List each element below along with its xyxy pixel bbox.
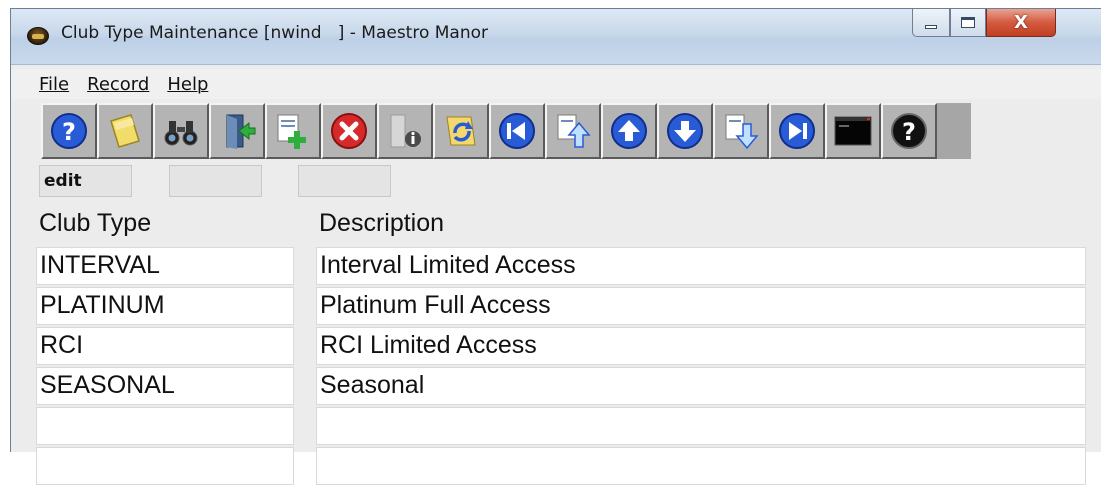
console-button[interactable] [825, 103, 881, 159]
last-record-button[interactable] [769, 103, 825, 159]
refresh-button[interactable] [433, 103, 489, 159]
close-icon: X [1014, 12, 1028, 33]
table-row [11, 407, 1101, 447]
description-cell[interactable] [316, 447, 1086, 485]
close-button[interactable]: X [986, 9, 1056, 37]
first-record-icon [499, 113, 535, 149]
description-cell[interactable] [316, 407, 1086, 445]
table-row: PLATINUM Platinum Full Access [11, 287, 1101, 327]
notepad-icon [110, 114, 140, 148]
help-icon: ? [51, 113, 87, 149]
club-type-cell[interactable] [36, 447, 294, 485]
table-row [11, 447, 1101, 487]
description-cell[interactable]: Seasonal [316, 367, 1086, 405]
maximize-icon [961, 17, 975, 28]
svg-text:?: ? [62, 118, 76, 146]
title-bar[interactable]: Club Type Maintenance [nwind ] - Maestro… [11, 9, 1101, 65]
club-type-cell[interactable]: PLATINUM [36, 287, 294, 325]
minimize-icon [925, 24, 937, 29]
club-type-cell[interactable]: INTERVAL [36, 247, 294, 285]
page-up-button[interactable] [545, 103, 601, 159]
column-header-description: Description [319, 209, 445, 237]
club-type-cell[interactable] [36, 407, 294, 445]
app-window: Club Type Maintenance [nwind ] - Maestro… [10, 8, 1101, 485]
question-button[interactable]: ? [881, 103, 937, 159]
table-row: SEASONAL Seasonal [11, 367, 1101, 407]
status-field-3 [298, 165, 391, 197]
menu-help[interactable]: Help [167, 74, 208, 95]
maximize-button[interactable] [950, 9, 986, 37]
info-icon [390, 114, 421, 148]
menu-file[interactable]: File [39, 74, 69, 95]
page-up-icon [557, 114, 591, 148]
mode-indicator: edit [39, 165, 132, 197]
notes-button[interactable] [97, 103, 153, 159]
page-down-icon [725, 114, 759, 150]
add-record-button[interactable] [265, 103, 321, 159]
column-header-club-type: Club Type [39, 209, 152, 237]
binoculars-icon [164, 121, 198, 146]
delete-button[interactable] [321, 103, 377, 159]
previous-record-icon [611, 113, 647, 149]
toolbar: ? ? [41, 103, 971, 159]
menu-record[interactable]: Record [87, 74, 149, 95]
club-type-cell[interactable]: SEASONAL [36, 367, 294, 405]
menu-bar: File Record Help [11, 69, 1101, 99]
club-type-cell[interactable]: RCI [36, 327, 294, 365]
previous-record-button[interactable] [601, 103, 657, 159]
add-record-icon [277, 114, 306, 149]
description-cell[interactable]: Platinum Full Access [316, 287, 1086, 325]
window-title: Club Type Maintenance [nwind ] - Maestro… [61, 23, 489, 43]
refresh-icon [446, 116, 476, 146]
app-logo-icon[interactable] [27, 27, 49, 45]
next-record-button[interactable] [657, 103, 713, 159]
first-record-button[interactable] [489, 103, 545, 159]
description-cell[interactable]: RCI Limited Access [316, 327, 1086, 365]
minimize-button[interactable] [912, 9, 950, 37]
help-button[interactable]: ? [41, 103, 97, 159]
last-record-icon [779, 113, 815, 149]
exit-button[interactable] [209, 103, 265, 159]
table-row: INTERVAL Interval Limited Access [11, 247, 1101, 287]
question-icon: ? [891, 113, 927, 149]
svg-text:?: ? [902, 118, 916, 146]
find-button[interactable] [153, 103, 209, 159]
page-down-button[interactable] [713, 103, 769, 159]
delete-icon [331, 113, 367, 149]
table-row: RCI RCI Limited Access [11, 327, 1101, 367]
description-cell[interactable]: Interval Limited Access [316, 247, 1086, 285]
exit-door-icon [226, 114, 256, 149]
status-field-2 [169, 165, 262, 197]
info-button[interactable] [377, 103, 433, 159]
console-icon [834, 116, 872, 146]
next-record-icon [667, 113, 703, 149]
